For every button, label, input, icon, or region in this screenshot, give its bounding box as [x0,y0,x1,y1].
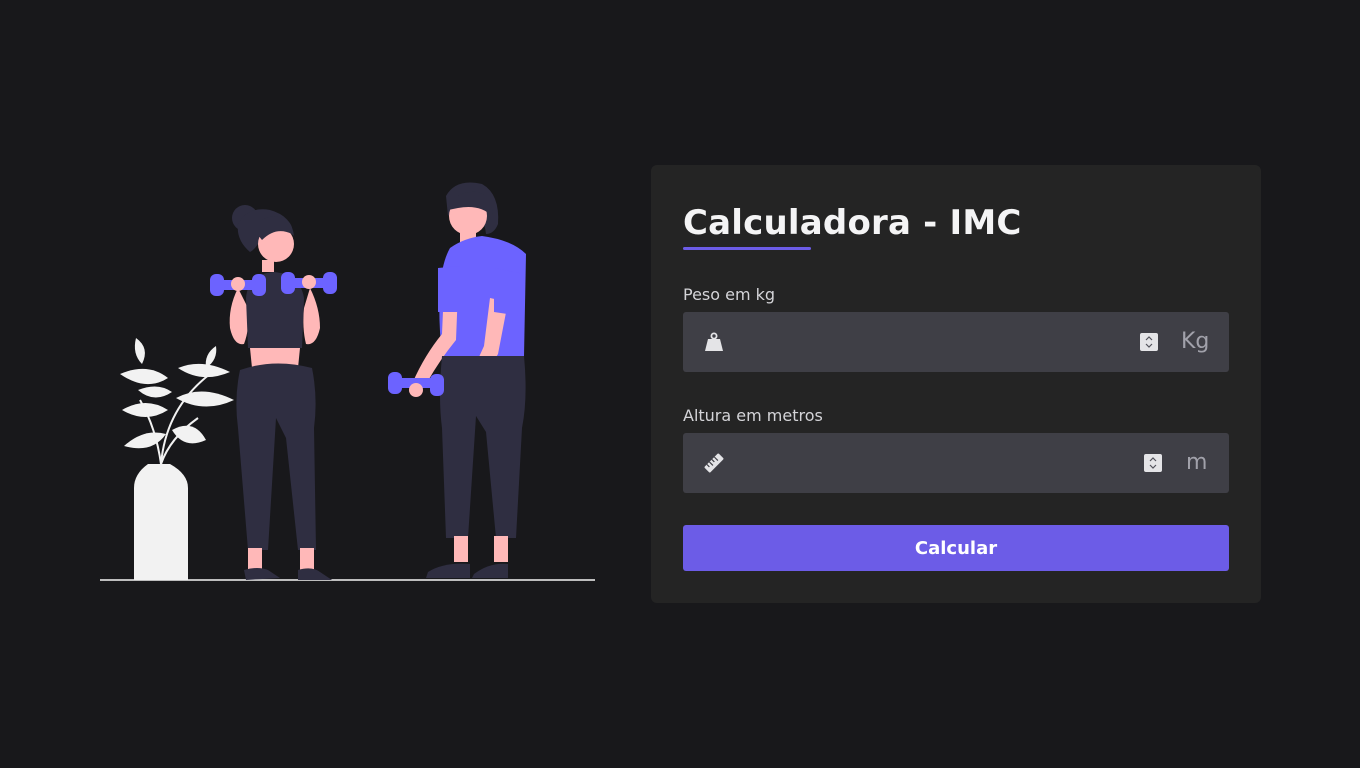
altura-label: Altura em metros [683,406,823,425]
altura-stepper[interactable] [1144,454,1162,472]
plant-vase [120,338,234,580]
man-figure [388,182,526,578]
altura-unit: m [1186,450,1208,475]
peso-input[interactable] [739,322,1123,364]
altura-input[interactable] [739,443,1123,485]
peso-unit: Kg [1181,329,1210,354]
peso-stepper[interactable] [1140,333,1158,351]
imc-calculator-card: Calculadora - IMC Peso em kg Kg Altura e… [651,165,1261,603]
ruler-icon [703,452,725,474]
page: Calculadora - IMC Peso em kg Kg Altura e… [0,0,1360,768]
weight-icon [703,331,725,353]
title-underline [683,247,811,250]
peso-field: Kg [683,312,1229,372]
peso-label: Peso em kg [683,285,776,304]
fitness-illustration [98,178,598,584]
altura-field: m [683,433,1229,493]
woman-figure [210,205,337,580]
calcular-button[interactable]: Calcular [683,525,1229,571]
page-title: Calculadora - IMC [683,203,1022,243]
